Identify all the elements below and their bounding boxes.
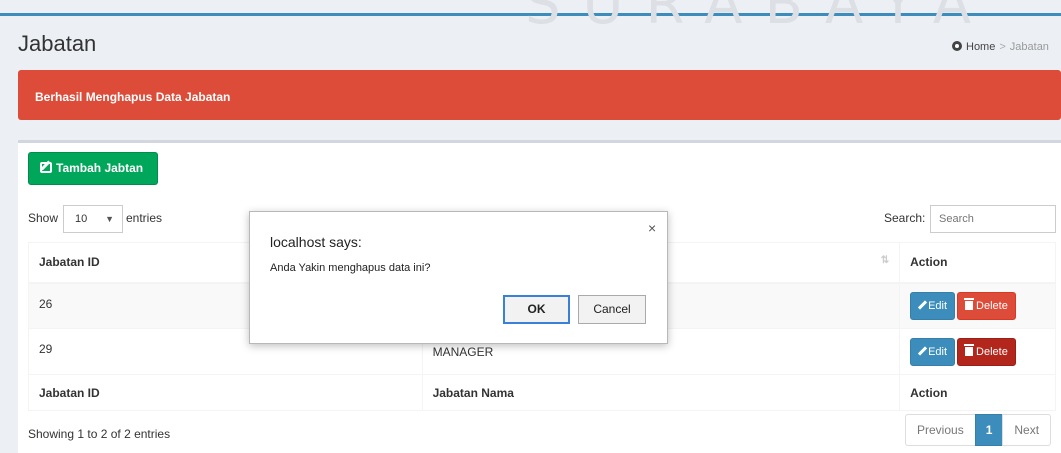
chevron-down-icon: ▼	[105, 214, 114, 224]
page-title: Jabatan	[18, 31, 97, 56]
column-header-action: Action	[899, 242, 1056, 284]
page-length-select[interactable]: 10 ▼	[63, 205, 123, 233]
cancel-button[interactable]: Cancel	[578, 295, 646, 324]
breadcrumb-separator: >	[999, 41, 1006, 53]
close-icon[interactable]: ×	[648, 221, 656, 235]
delete-button[interactable]: Delete	[957, 337, 1016, 366]
trash-icon	[964, 343, 975, 356]
footer-header-action: Action	[899, 374, 1056, 411]
pagination-previous[interactable]: Previous	[905, 414, 976, 446]
add-jabatan-label: Tambah Jabtan	[56, 161, 144, 175]
sort-icon: ⇅	[880, 255, 890, 267]
edit-square-icon	[40, 162, 52, 173]
pagination: Previous 1 Next	[905, 414, 1052, 446]
trash-icon	[964, 297, 975, 310]
dialog-title: localhost says:	[270, 234, 362, 250]
dashboard-icon	[952, 41, 962, 51]
search-input[interactable]	[930, 205, 1056, 233]
entries-label: entries	[126, 211, 163, 225]
breadcrumb-home[interactable]: Home	[966, 41, 995, 53]
cell-actions: Edit Delete	[899, 328, 1056, 375]
show-label: Show	[28, 211, 59, 225]
search-label: Search:	[884, 211, 926, 225]
footer-header-jabatan-nama: Jabatan Nama	[421, 374, 901, 411]
edit-button[interactable]: Edit	[910, 337, 956, 366]
pagination-next[interactable]: Next	[1002, 414, 1052, 446]
pencil-icon	[917, 300, 928, 310]
add-jabatan-button[interactable]: Tambah Jabtan	[28, 152, 159, 185]
table-footer-row: Jabatan ID Jabatan Nama Action	[28, 374, 1056, 411]
dialog-message: Anda Yakin menghapus data ini?	[270, 262, 431, 274]
alert-message: Berhasil Menghapus Data Jabatan	[35, 90, 231, 104]
edit-button[interactable]: Edit	[910, 291, 956, 320]
breadcrumb: Home > Jabatan	[952, 41, 1049, 53]
confirm-dialog: localhost says: × Anda Yakin menghapus d…	[249, 211, 668, 344]
breadcrumb-current: Jabatan	[1009, 41, 1049, 53]
pencil-icon	[917, 345, 928, 356]
watermark: SURABAYA	[525, 0, 994, 37]
cell-actions: Edit Delete	[899, 282, 1056, 329]
footer-header-jabatan-id: Jabatan ID	[28, 374, 423, 411]
delete-button[interactable]: Delete	[957, 291, 1016, 320]
ok-button[interactable]: OK	[503, 295, 570, 324]
pagination-page-1[interactable]: 1	[974, 414, 1004, 446]
table-info: Showing 1 to 2 of 2 entries	[28, 427, 171, 441]
page-length-value: 10	[75, 213, 88, 225]
success-alert: Berhasil Menghapus Data Jabatan	[18, 70, 1061, 120]
